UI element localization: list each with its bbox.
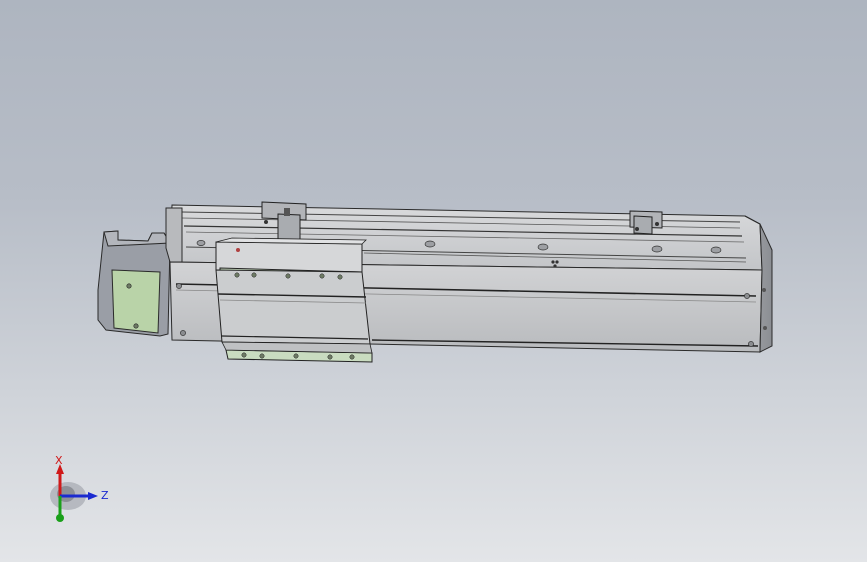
linear-module-model[interactable]: [0, 0, 867, 562]
x-axis-label: X: [55, 454, 63, 467]
z-axis-label: Z: [101, 489, 109, 502]
graphics-viewport[interactable]: X Z: [0, 0, 867, 562]
reference-triad: X Z: [50, 454, 109, 522]
carriage-plate[interactable]: [215, 237, 373, 363]
motor[interactable]: [97, 230, 171, 337]
